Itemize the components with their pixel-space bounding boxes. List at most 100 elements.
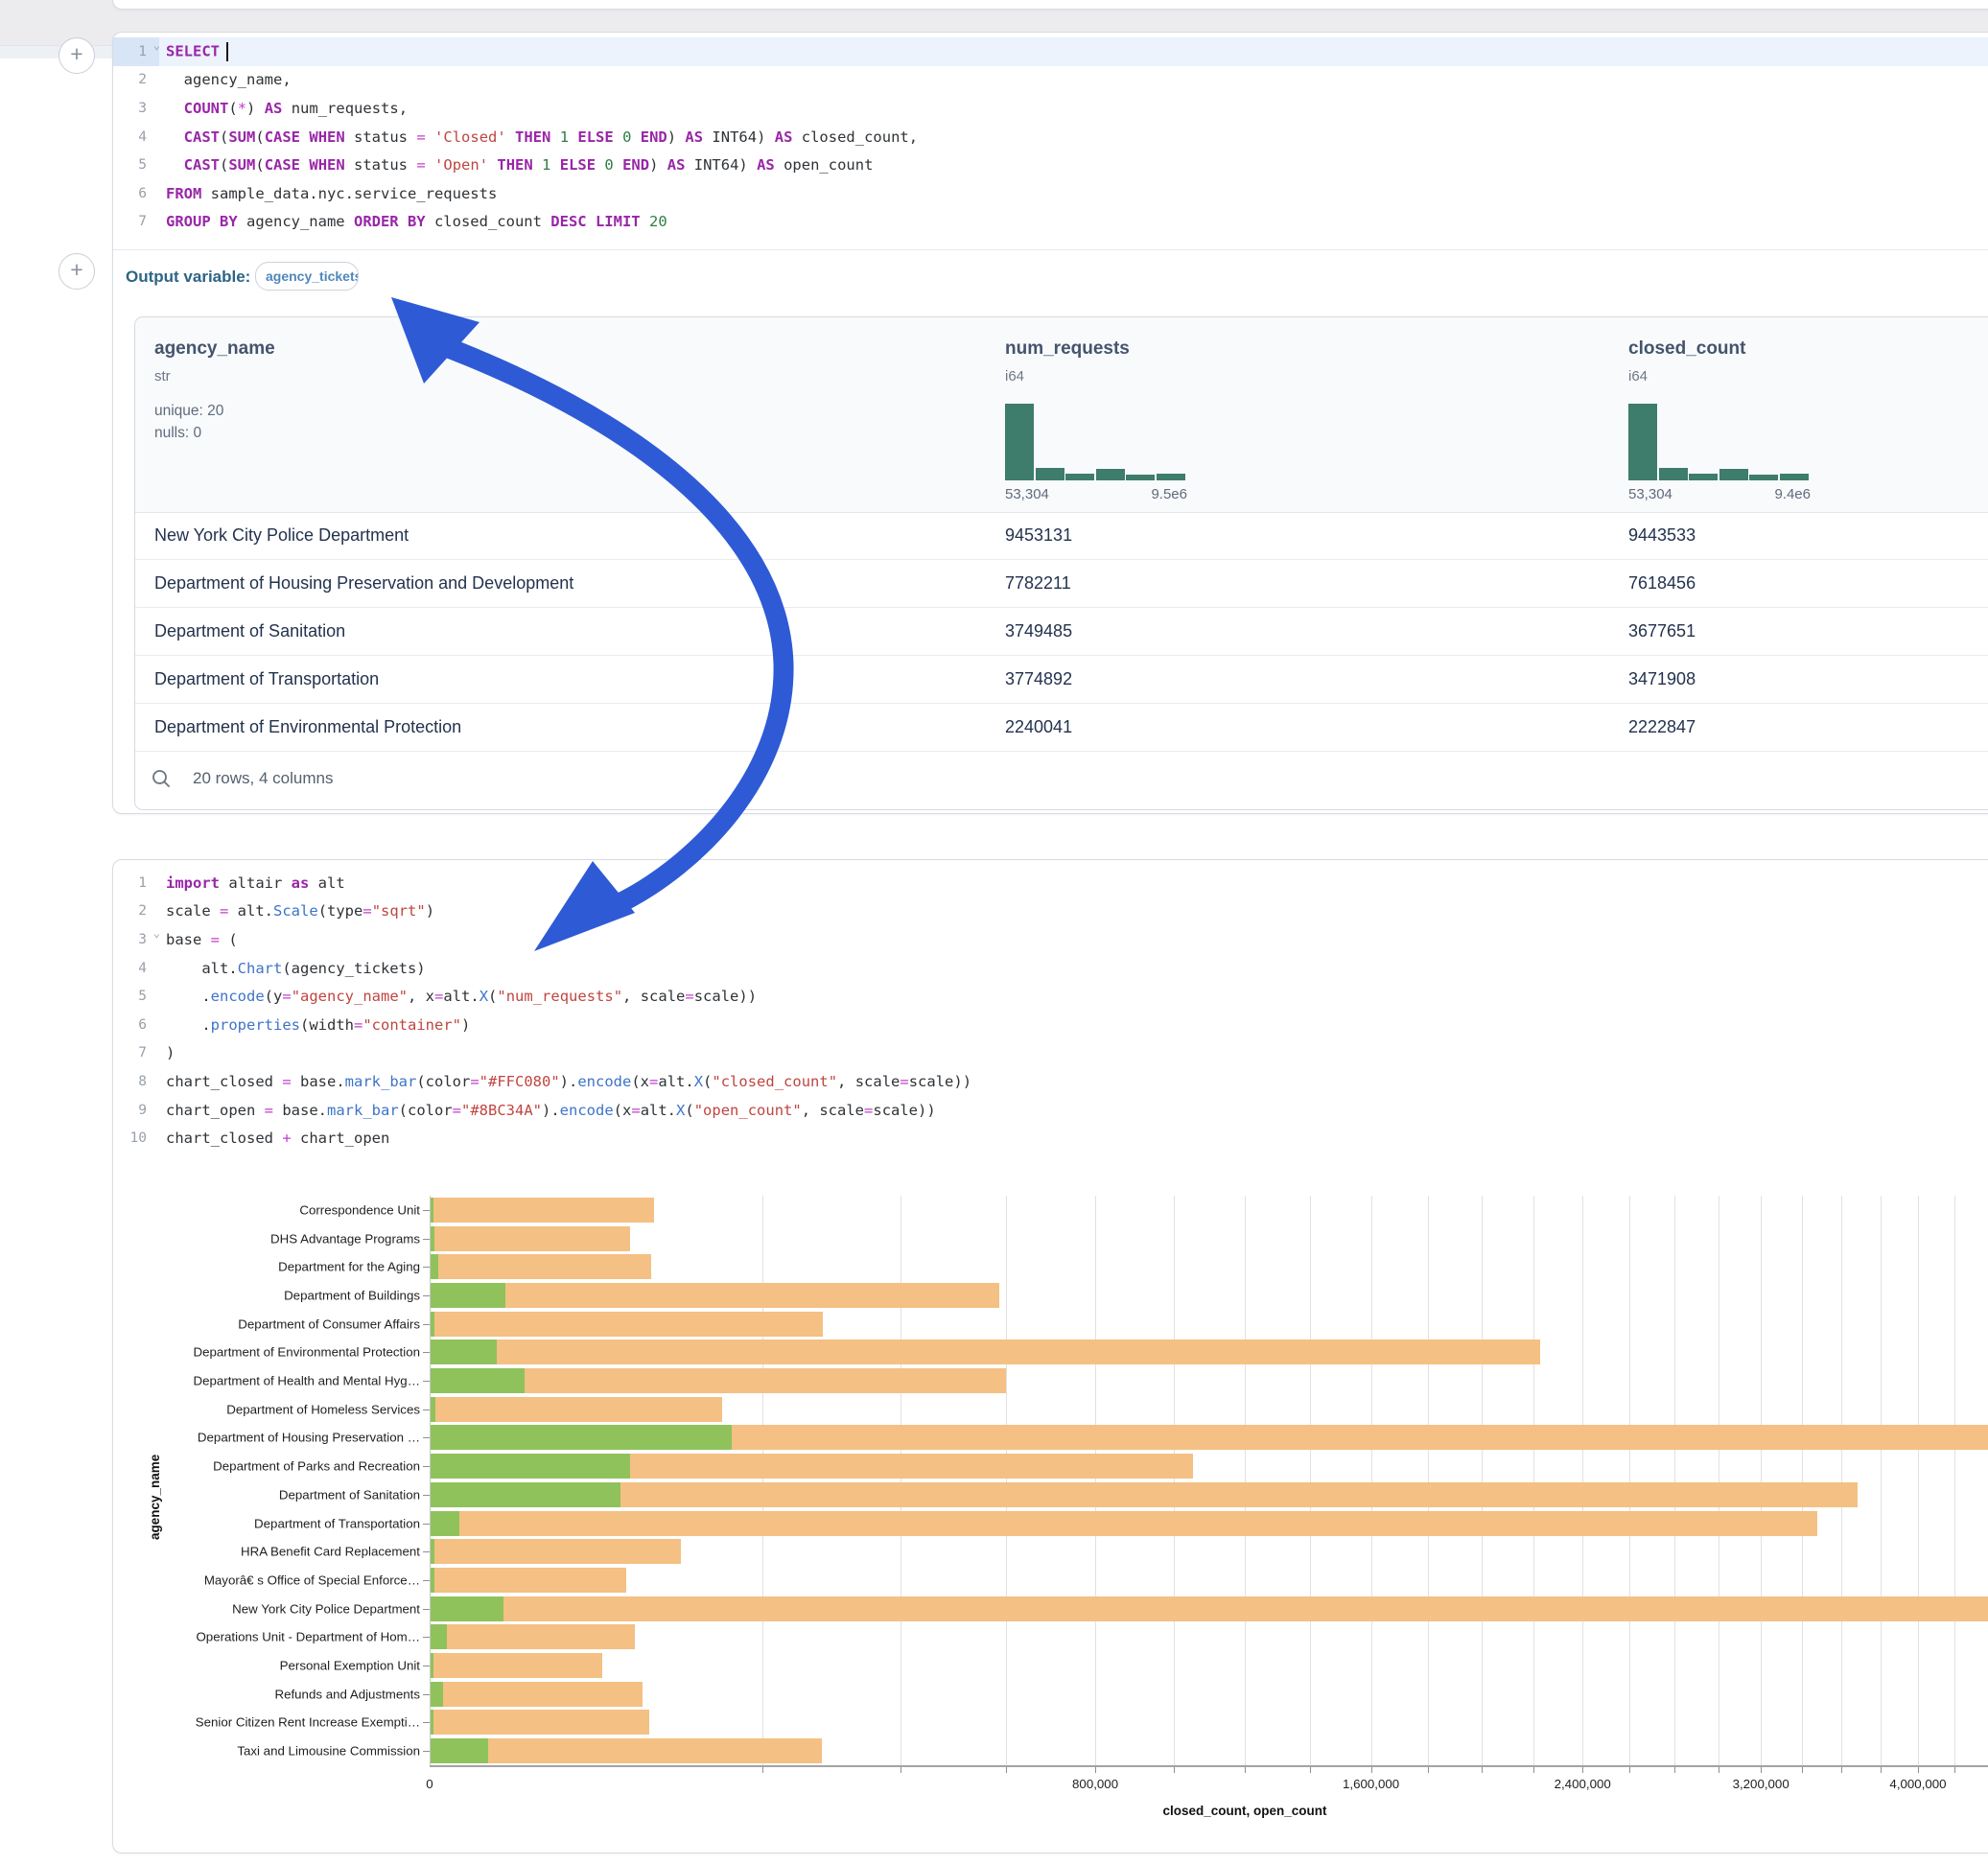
y-tick	[423, 1437, 430, 1438]
bar-closed-count	[431, 1226, 630, 1251]
code-line[interactable]: 4 CAST(SUM(CASE WHEN status = 'Closed' T…	[113, 123, 1988, 151]
sql-editor[interactable]: 1⌄SELECT2 agency_name,3 COUNT(*) AS num_…	[113, 37, 1988, 236]
x-tick-label: 0	[426, 1777, 433, 1791]
y-tick	[423, 1352, 430, 1353]
column-header-closed-count[interactable]: closed_count	[1628, 338, 1745, 360]
row-count-label: 20 rows, 4 columns	[193, 769, 333, 788]
y-axis-label: Department of Parks and Recreation	[213, 1459, 420, 1474]
altair-chart: 0800,0001,600,0002,400,0003,200,0004,000…	[113, 860, 1988, 1852]
bar-open-count	[431, 1425, 732, 1450]
code-line[interactable]: 1⌄SELECT	[113, 37, 1988, 66]
x-tick	[1482, 1767, 1483, 1773]
histogram-bar	[1780, 474, 1809, 480]
code-line[interactable]: 7GROUP BY agency_name ORDER BY closed_co…	[113, 208, 1988, 237]
code-text[interactable]: agency_name,	[159, 71, 292, 88]
x-tick	[900, 1767, 901, 1773]
y-axis-label: Correspondence Unit	[299, 1202, 420, 1217]
text-cursor	[226, 42, 228, 61]
y-axis-label: Department of Homeless Services	[226, 1402, 420, 1416]
table-row[interactable]: Department of Transportation 3774892 34719…	[135, 656, 1988, 704]
code-text[interactable]: CAST(SUM(CASE WHEN status = 'Open' THEN …	[159, 156, 873, 174]
histogram-bar	[1749, 475, 1778, 480]
bar-open-count	[431, 1454, 630, 1479]
x-tick	[1245, 1767, 1246, 1773]
y-axis-label: Department of Consumer Affairs	[238, 1316, 420, 1331]
y-axis-title: agency_name	[148, 1455, 162, 1540]
y-tick	[423, 1210, 430, 1211]
table-row[interactable]: Department of Environmental Protection22…	[135, 704, 1988, 752]
table-row[interactable]: New York City Police Department945313194…	[135, 512, 1988, 560]
add-cell-button-top[interactable]: +	[58, 37, 95, 74]
y-axis-label: Department of Health and Mental Hyg…	[193, 1374, 420, 1388]
x-axis-line	[430, 1765, 1988, 1767]
bar-open-count	[431, 1198, 433, 1223]
gridline	[1533, 1196, 1534, 1765]
bar-closed-count	[431, 1710, 649, 1735]
bar-open-count	[431, 1397, 435, 1422]
code-line[interactable]: 2 agency_name,	[113, 66, 1988, 95]
y-tick	[423, 1295, 430, 1296]
y-tick	[423, 1751, 430, 1752]
code-text[interactable]: COUNT(*) AS num_requests,	[159, 100, 408, 117]
code-line[interactable]: 5 CAST(SUM(CASE WHEN status = 'Open' THE…	[113, 151, 1988, 179]
y-tick	[423, 1239, 430, 1240]
code-text[interactable]: CAST(SUM(CASE WHEN status = 'Closed' THE…	[159, 128, 918, 146]
cell-divider	[113, 249, 1988, 250]
search-icon[interactable]	[151, 768, 172, 789]
add-cell-button-output[interactable]: +	[58, 253, 95, 290]
table-row[interactable]: Department of Sanitation37494853677651	[135, 608, 1988, 656]
x-tick	[1582, 1767, 1583, 1773]
gridline	[1954, 1196, 1955, 1765]
code-text[interactable]: FROM sample_data.nyc.service_requests	[159, 185, 497, 202]
output-variable-input[interactable]: agency_tickets	[255, 262, 359, 291]
bar-open-count	[431, 1682, 443, 1707]
gridline	[1245, 1196, 1246, 1765]
bar-closed-count	[431, 1624, 635, 1649]
code-line[interactable]: 3 COUNT(*) AS num_requests,	[113, 94, 1988, 123]
gridline	[900, 1196, 901, 1765]
column-header-agency-name[interactable]: agency_name	[154, 338, 275, 360]
gridline	[1881, 1196, 1882, 1765]
gridline	[1674, 1196, 1675, 1765]
column-header-num-requests[interactable]: num_requests	[1005, 338, 1130, 360]
table-cell: 7618456	[1628, 560, 1696, 607]
x-tick	[1761, 1767, 1762, 1773]
y-axis-label: Department of Buildings	[284, 1288, 420, 1302]
y-axis-label: DHS Advantage Programs	[270, 1231, 420, 1246]
y-tick	[423, 1637, 430, 1638]
code-line[interactable]: 6FROM sample_data.nyc.service_requests	[113, 179, 1988, 208]
table-cell: New York City Police Department	[154, 512, 409, 559]
histogram-bar	[1065, 474, 1094, 480]
x-tick	[1802, 1767, 1803, 1773]
histogram-bar	[1689, 474, 1718, 480]
gridline	[1428, 1196, 1429, 1765]
code-text[interactable]: GROUP BY agency_name ORDER BY closed_cou…	[159, 213, 667, 230]
bar-open-count	[431, 1539, 434, 1564]
y-axis-label: Department for the Aging	[278, 1260, 420, 1274]
fold-chevron-icon[interactable]: ⌄	[153, 38, 160, 52]
x-tick	[1841, 1767, 1842, 1773]
gridline	[1582, 1196, 1583, 1765]
bar-open-count	[431, 1340, 497, 1364]
x-tick	[1881, 1767, 1882, 1773]
table-cell: 3774892	[1005, 656, 1072, 703]
bar-open-count	[431, 1368, 525, 1393]
y-axis-label: Taxi and Limousine Commission	[237, 1744, 420, 1759]
x-tick	[1629, 1767, 1630, 1773]
table-cell: 2240041	[1005, 704, 1072, 751]
gridline	[1310, 1196, 1311, 1765]
code-text[interactable]: SELECT	[159, 42, 228, 61]
histogram-bar	[1096, 469, 1125, 480]
y-axis-label: Department of Housing Preservation …	[198, 1431, 420, 1445]
table-row[interactable]: Department of Housing Preservation and D…	[135, 560, 1988, 608]
x-tick	[1371, 1767, 1372, 1773]
table-cell: 3471908	[1628, 656, 1696, 703]
y-axis-label: Refunds and Adjustments	[274, 1687, 420, 1701]
table-cell: Department of Transportation	[154, 656, 379, 703]
result-table: agency_name str unique: 20 nulls: 0 num_…	[134, 316, 1988, 810]
bar-closed-count	[431, 1539, 681, 1564]
bar-open-count	[431, 1254, 438, 1279]
histogram-range: 53,3049.4e6	[1628, 486, 1811, 502]
y-tick	[423, 1381, 430, 1382]
bar-closed-count	[431, 1482, 1858, 1507]
